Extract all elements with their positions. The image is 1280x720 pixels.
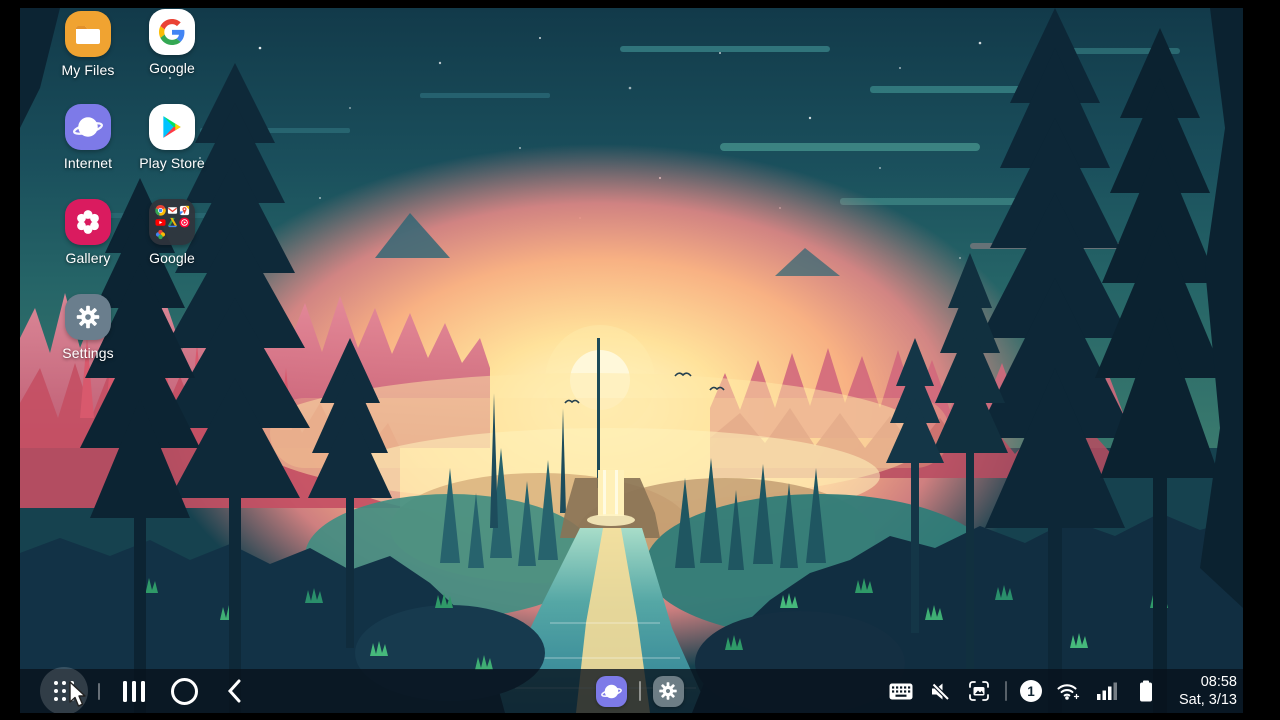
taskbar-internet-button[interactable] (595, 675, 627, 707)
settings-icon (65, 294, 111, 340)
icon-label: My Files (61, 62, 115, 78)
taskbar-separator (98, 682, 100, 700)
maps-mini-icon (179, 205, 189, 215)
internet-icon (600, 684, 622, 698)
folder-glyph (76, 26, 100, 44)
battery-icon[interactable] (1133, 676, 1159, 706)
icon-label: Internet (63, 155, 113, 171)
icon-label: Settings (62, 345, 114, 361)
google-folder-icon (149, 199, 195, 245)
planet-glyph (73, 117, 103, 137)
wifi-icon[interactable] (1055, 676, 1081, 706)
taskbar-tray-group: 1 08:58 Sat, 3/13 (888, 669, 1237, 713)
gmail-mini-icon (167, 206, 177, 214)
icon-label: Google (149, 250, 195, 266)
gallery-icon (65, 199, 111, 245)
tray-separator (1005, 681, 1007, 701)
taskbar-separator (638, 681, 641, 701)
back-icon (227, 679, 241, 703)
dex-desktop: My Files Google Internet Play Store Gall… (20, 8, 1243, 713)
desktop-icon-google[interactable]: Google (129, 9, 215, 76)
taskbar-settings-button[interactable] (652, 675, 684, 707)
taskbar-clock[interactable]: 08:58 Sat, 3/13 (1175, 673, 1237, 709)
icon-label: Play Store (139, 155, 205, 171)
desktop-screen: { "desktop": { "icons": [ {"label": "My … (0, 0, 1280, 720)
signal-strength-icon[interactable] (1094, 676, 1120, 706)
youtube-music-mini-icon (178, 216, 190, 228)
taskbar: 1 08:58 Sat, 3/13 (20, 667, 1243, 713)
gear-icon (659, 682, 677, 700)
recents-button[interactable] (112, 669, 156, 713)
internet-icon (65, 104, 111, 150)
youtube-mini-icon (154, 218, 166, 226)
desktop-icon-settings[interactable]: Settings (45, 294, 131, 361)
taskbar-nav-group (40, 667, 256, 713)
clock-date: Sat, 3/13 (1178, 692, 1237, 708)
screenshot-icon (969, 681, 989, 701)
home-icon (170, 677, 198, 705)
icon-label: Google (149, 60, 195, 76)
volume-muted-button[interactable] (927, 676, 953, 706)
google-icon (149, 9, 195, 55)
wifi-glyph (1056, 683, 1079, 700)
recents-icon (123, 680, 145, 702)
keyboard-icon (889, 683, 913, 699)
home-button[interactable] (162, 669, 206, 713)
chrome-mini-icon (154, 204, 166, 216)
gear-glyph (76, 305, 100, 329)
desktop-icon-internet[interactable]: Internet (45, 104, 131, 171)
clock-time: 08:58 (1200, 674, 1237, 690)
screenshot-button[interactable] (966, 676, 992, 706)
volume-muted-icon (931, 682, 950, 701)
photos-mini-icon (155, 229, 165, 239)
signal-bars-glyph (1096, 682, 1117, 700)
battery-glyph (1140, 680, 1152, 702)
desktop-icon-gallery[interactable]: Gallery (45, 199, 131, 266)
play-store-icon (149, 104, 195, 150)
notification-count-badge[interactable]: 1 (1020, 680, 1042, 702)
back-button[interactable] (212, 669, 256, 713)
google-g-glyph (159, 19, 185, 45)
apps-grid-icon (54, 681, 74, 701)
desktop-folder-google[interactable]: Google (129, 199, 215, 266)
icon-label: Gallery (65, 250, 111, 266)
flower-glyph (77, 210, 99, 234)
drive-mini-icon (167, 217, 177, 227)
keyboard-button[interactable] (888, 676, 914, 706)
desktop-icon-play-store[interactable]: Play Store (129, 104, 215, 171)
taskbar-pinned-group (595, 669, 684, 713)
my-files-icon (65, 11, 111, 57)
apps-grid-button[interactable] (40, 667, 88, 713)
play-triangle-glyph (163, 116, 181, 138)
desktop-icon-my-files[interactable]: My Files (45, 11, 131, 78)
